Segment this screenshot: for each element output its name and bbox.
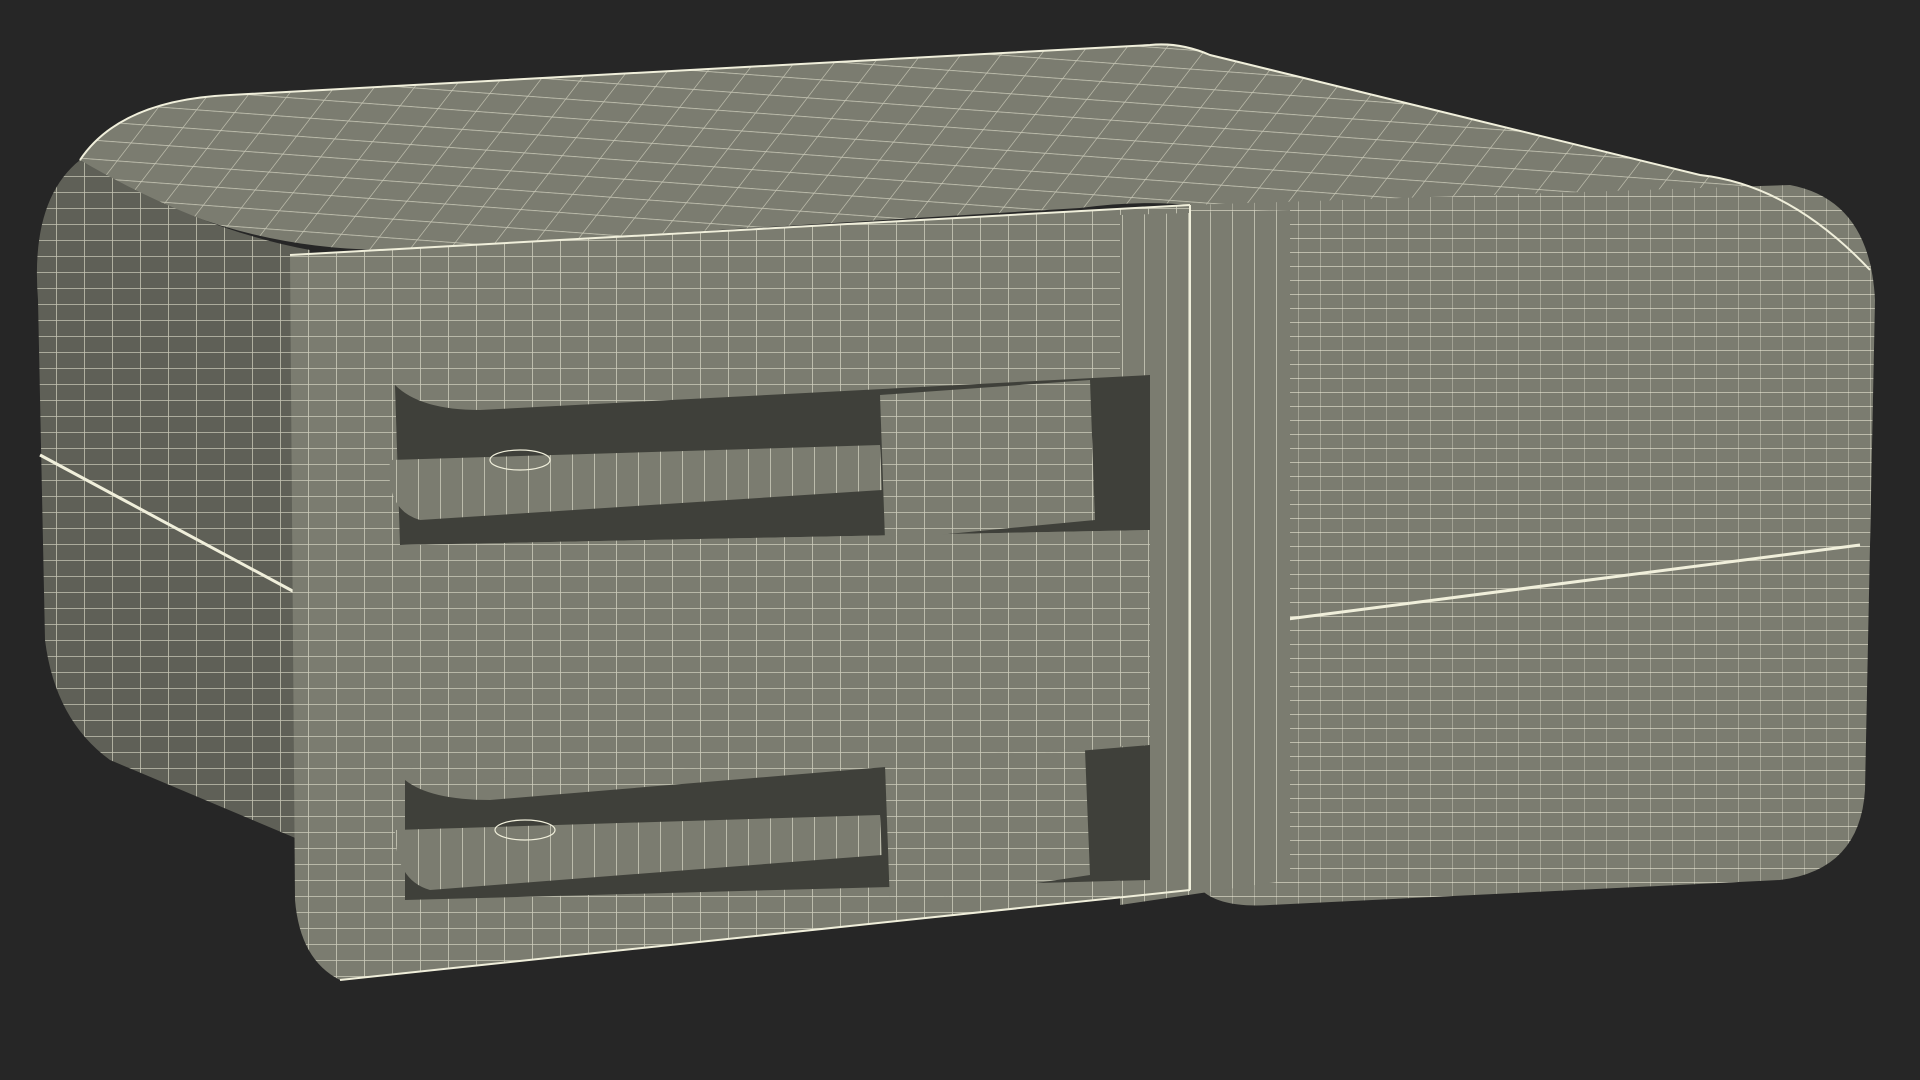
middle-housing	[393, 530, 1150, 780]
charger-right-face	[1190, 185, 1875, 906]
wireframe-scene	[0, 0, 1920, 1080]
render-viewport	[0, 0, 1920, 1080]
